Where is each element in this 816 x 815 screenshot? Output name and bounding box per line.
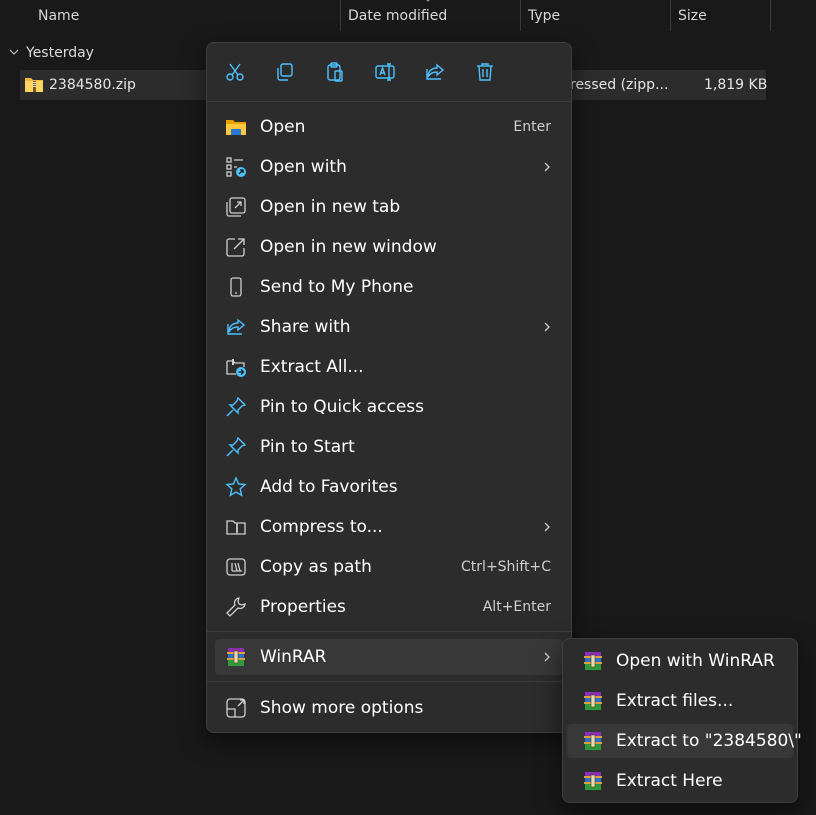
cut-icon — [226, 63, 244, 81]
winrar-icon — [584, 772, 602, 790]
chevron-down-icon — [9, 49, 19, 55]
paste-button[interactable] — [318, 56, 352, 88]
column-divider[interactable] — [340, 0, 341, 31]
menu-item-label: Compress to... — [260, 517, 383, 537]
menu-item-label: Send to My Phone — [260, 277, 414, 297]
submenu-item-extract-here[interactable]: Extract Here — [567, 764, 793, 798]
paste-icon — [327, 62, 343, 82]
zip-folder-icon — [25, 78, 43, 92]
submenu-item-label: Extract files... — [616, 691, 734, 711]
menu-item-label: Open in new tab — [260, 197, 401, 217]
winrar-icon — [584, 732, 602, 750]
file-name: 2384580.zip — [49, 77, 136, 93]
menu-item-shortcut: Enter — [513, 119, 551, 135]
menu-item-winrar[interactable]: WinRAR — [215, 639, 563, 675]
open-with-icon — [226, 157, 246, 177]
winrar-icon — [227, 648, 245, 666]
menu-item-send-to-my-phone[interactable]: Send to My Phone — [215, 269, 563, 305]
delete-button[interactable] — [468, 56, 502, 88]
cut-button[interactable] — [218, 56, 252, 88]
winrar-submenu: Open with WinRAR Extract files... Extrac… — [562, 638, 802, 803]
share-icon — [426, 63, 445, 80]
menu-item-label: Copy as path — [260, 557, 372, 577]
folder-icon — [226, 120, 246, 135]
pin-icon — [226, 396, 247, 417]
star-icon — [225, 476, 247, 497]
menu-item-shortcut: Alt+Enter — [482, 599, 551, 615]
menu-item-label: Pin to Start — [260, 437, 355, 457]
menu-item-copy-as-path[interactable]: Copy as path Ctrl+Shift+C — [215, 549, 563, 585]
menu-item-label: Properties — [260, 597, 346, 617]
submenu-item-open-with-winrar[interactable]: Open with WinRAR — [567, 644, 793, 678]
column-header-date-modified[interactable]: Date modified — [348, 0, 447, 32]
pin-icon — [226, 436, 247, 457]
copy-icon — [277, 63, 293, 81]
menu-item-label: Open in new window — [260, 237, 437, 257]
compress-icon — [226, 520, 246, 535]
chevron-right-icon — [544, 652, 550, 662]
context-menu: Open Enter Open with Open in new tab Ope… — [206, 42, 572, 733]
menu-item-label: Open with — [260, 157, 347, 177]
context-menu-toolbar — [207, 43, 571, 101]
menu-item-properties[interactable]: Properties Alt+Enter — [215, 589, 563, 625]
menu-item-label: Share with — [260, 317, 351, 337]
menu-item-open-in-new-window[interactable]: Open in new window — [215, 229, 563, 265]
file-size: 1,819 KB — [704, 77, 768, 93]
menu-item-open-in-new-tab[interactable]: Open in new tab — [215, 189, 563, 225]
submenu-item-label: Extract to "2384580\" — [616, 731, 802, 751]
rename-button[interactable] — [368, 56, 402, 88]
column-header-name[interactable]: Name — [38, 0, 79, 32]
menu-item-label: Open — [260, 117, 306, 137]
wrench-icon — [226, 597, 246, 617]
column-header-size[interactable]: Size — [678, 0, 707, 32]
group-label: Yesterday — [26, 45, 94, 61]
chevron-right-icon — [544, 162, 550, 172]
more-options-icon — [226, 698, 246, 718]
menu-item-extract-all[interactable]: Extract All... — [215, 349, 563, 385]
menu-item-open[interactable]: Open Enter — [215, 109, 563, 145]
column-divider[interactable] — [670, 0, 671, 31]
column-divider[interactable] — [520, 0, 521, 31]
winrar-icon — [584, 692, 602, 710]
menu-item-label: WinRAR — [260, 647, 327, 667]
menu-item-add-to-favorites[interactable]: Add to Favorites — [215, 469, 563, 505]
submenu-item-extract-to-folder[interactable]: Extract to "2384580\" — [567, 724, 802, 758]
group-header-yesterday[interactable]: Yesterday — [8, 43, 94, 63]
winrar-icon — [584, 652, 602, 670]
menu-separator — [207, 681, 571, 682]
menu-item-share-with[interactable]: Share with — [215, 309, 563, 345]
menu-item-shortcut: Ctrl+Shift+C — [461, 559, 551, 575]
menu-item-pin-to-start[interactable]: Pin to Start — [215, 429, 563, 465]
chevron-right-icon — [544, 322, 550, 332]
menu-item-label: Extract All... — [260, 357, 364, 377]
copy-path-icon — [226, 558, 246, 576]
menu-item-show-more-options[interactable]: Show more options — [215, 690, 563, 726]
share-icon — [227, 318, 246, 335]
menu-separator — [207, 101, 571, 102]
rename-icon — [375, 63, 395, 81]
column-header-bar: Name Date modified Type Size — [0, 0, 816, 32]
menu-item-compress-to[interactable]: Compress to... — [215, 509, 563, 545]
menu-separator — [207, 631, 571, 632]
menu-item-label: Pin to Quick access — [260, 397, 425, 417]
phone-icon — [230, 277, 242, 297]
column-header-type[interactable]: Type — [528, 0, 560, 32]
menu-item-open-with[interactable]: Open with — [215, 149, 563, 185]
new-window-icon — [226, 238, 245, 257]
share-button[interactable] — [418, 56, 452, 88]
column-divider[interactable] — [770, 0, 771, 31]
menu-item-label: Show more options — [260, 698, 424, 718]
new-tab-icon — [226, 197, 246, 217]
file-type: ressed (zipp... — [570, 77, 669, 93]
submenu-item-label: Open with WinRAR — [616, 651, 775, 671]
chevron-right-icon — [544, 522, 550, 532]
delete-icon — [477, 63, 493, 81]
submenu-item-label: Extract Here — [616, 771, 723, 791]
menu-item-pin-to-quick-access[interactable]: Pin to Quick access — [215, 389, 563, 425]
extract-all-icon — [226, 359, 246, 377]
menu-item-label: Add to Favorites — [260, 477, 398, 497]
submenu-item-extract-files[interactable]: Extract files... — [567, 684, 793, 718]
copy-button[interactable] — [268, 56, 302, 88]
